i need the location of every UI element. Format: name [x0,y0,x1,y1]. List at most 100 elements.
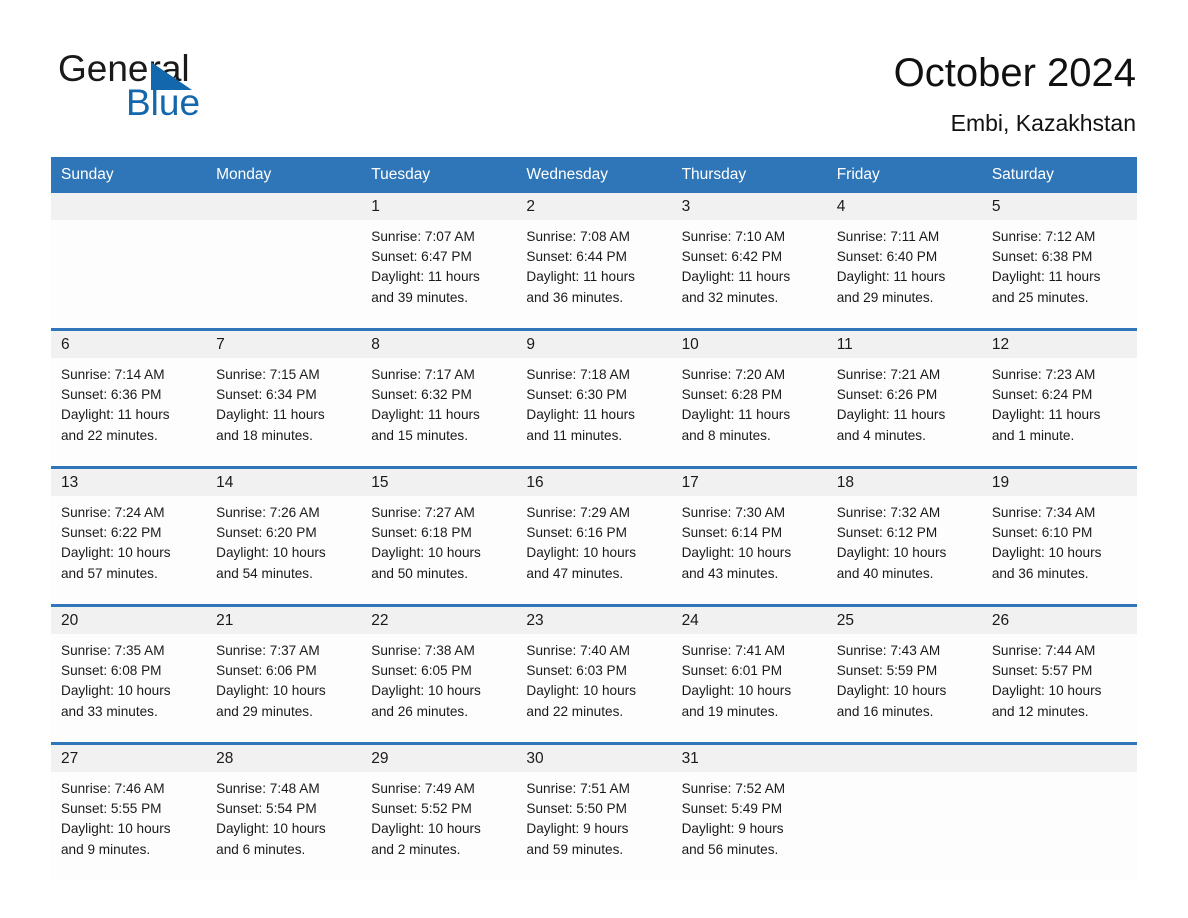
day-number: 8 [361,331,517,358]
day-details: Sunrise: 7:24 AM Sunset: 6:22 PM Daylight:… [51,496,206,584]
day-details: Sunrise: 7:48 AM Sunset: 5:54 PM Daylight:… [206,772,361,860]
day-details: Sunrise: 7:30 AM Sunset: 6:14 PM Daylight:… [672,496,827,584]
daylight-duration-line2: and 50 minutes. [371,565,469,581]
sunrise-time: Sunrise: 7:17 AM [371,367,475,382]
day-details: Sunrise: 7:27 AM Sunset: 6:18 PM Daylight:… [361,496,516,584]
calendar-day-cell[interactable]: 22 Sunrise: 7:38 AM Sunset: 6:05 PM Dayligh… [361,605,517,744]
calendar-day-cell[interactable]: 2 Sunrise: 7:08 AM Sunset: 6:44 PM Daylight… [516,193,672,330]
generalblue-logo[interactable]: General Blue [58,50,358,130]
day-number: 30 [516,745,672,772]
sunrise-time: Sunrise: 7:21 AM [836,367,941,382]
daylight-duration-line2: and 8 minutes. [681,427,771,443]
sunrise-time: Sunrise: 7:46 AM [61,781,165,796]
daylight-duration-line1: Daylight: 10 hours [681,683,792,699]
calendar-day-cell[interactable]: 27 Sunrise: 7:46 AM Sunset: 5:55 PM Dayligh… [51,743,207,880]
daylight-duration-line1: Daylight: 10 hours [526,545,636,561]
day-number: 21 [206,607,362,634]
calendar-day-cell[interactable]: 26 Sunrise: 7:44 AM Sunset: 5:57 PM Dayligh… [981,605,1137,744]
calendar-week-row: 13 Sunrise: 7:24 AM Sunset: 6:22 PM Dayligh… [51,467,1137,606]
daylight-duration-line2: and 19 minutes. [681,703,779,719]
calendar-day-cell[interactable]: 7 Sunrise: 7:15 AM Sunset: 6:34 PM Daylight… [206,329,362,468]
daylight-duration-line2: and 25 minutes. [991,289,1089,305]
daylight-duration-line1: Daylight: 11 hours [836,407,946,423]
calendar-day-cell[interactable]: 19 Sunrise: 7:34 AM Sunset: 6:10 PM Dayligh… [981,467,1137,606]
daylight-duration-line1: Daylight: 9 hours [526,821,629,837]
calendar-day-cell[interactable]: 1 Sunrise: 7:07 AM Sunset: 6:47 PM Daylight… [361,193,517,330]
sunrise-time: Sunrise: 7:23 AM [991,367,1096,382]
daylight-duration-line1: Daylight: 11 hours [526,269,635,285]
calendar-day-cell[interactable]: 31 Sunrise: 7:52 AM Sunset: 5:49 PM Dayligh… [671,743,827,880]
calendar-day-cell[interactable]: 28 Sunrise: 7:48 AM Sunset: 5:54 PM Dayligh… [206,743,362,880]
day-number: 18 [826,469,982,496]
calendar-day-cell[interactable]: 16 Sunrise: 7:29 AM Sunset: 6:16 PM Dayligh… [516,467,672,606]
daylight-duration-line1: Daylight: 11 hours [61,407,170,423]
daylight-duration-line1: Daylight: 10 hours [991,545,1102,561]
daylight-duration-line1: Daylight: 11 hours [371,407,480,423]
calendar-day-cell[interactable]: 4 Sunrise: 7:11 AM Sunset: 6:40 PM Daylight… [826,193,982,330]
calendar-day-cell[interactable]: 5 Sunrise: 7:12 AM Sunset: 6:38 PM Daylight… [981,193,1137,330]
calendar-day-cell[interactable]: 8 Sunrise: 7:17 AM Sunset: 6:32 PM Daylight… [361,329,517,468]
daylight-duration-line1: Daylight: 11 hours [681,407,791,423]
calendar-day-cell[interactable]: 21 Sunrise: 7:37 AM Sunset: 6:06 PM Dayligh… [206,605,362,744]
calendar-day-cell[interactable]: 12 Sunrise: 7:23 AM Sunset: 6:24 PM Dayligh… [981,329,1137,468]
weekday-header-wednesday: Wednesday [516,157,672,193]
calendar-day-cell[interactable]: 30 Sunrise: 7:51 AM Sunset: 5:50 PM Dayligh… [516,743,672,880]
calendar-day-cell[interactable]: 29 Sunrise: 7:49 AM Sunset: 5:52 PM Dayligh… [361,743,517,880]
daylight-duration-line2: and 15 minutes. [371,427,469,443]
sunrise-time: Sunrise: 7:08 AM [526,229,630,244]
calendar-day-cell[interactable]: 13 Sunrise: 7:24 AM Sunset: 6:22 PM Dayligh… [51,467,207,606]
day-details: Sunrise: 7:41 AM Sunset: 6:01 PM Daylight:… [672,634,827,722]
calendar-day-cell[interactable]: 17 Sunrise: 7:30 AM Sunset: 6:14 PM Dayligh… [671,467,827,606]
sunset-time: Sunset: 6:10 PM [991,525,1093,541]
calendar-day-cell[interactable]: 9 Sunrise: 7:18 AM Sunset: 6:30 PM Daylight… [516,329,672,468]
day-number: 31 [671,745,827,772]
sunset-time: Sunset: 5:55 PM [61,801,162,817]
sunrise-time: Sunrise: 7:37 AM [216,643,320,658]
calendar-day-cell[interactable]: 24 Sunrise: 7:41 AM Sunset: 6:01 PM Dayligh… [671,605,827,744]
daylight-duration-line2: and 29 minutes. [836,289,934,305]
daylight-duration-line1: Daylight: 11 hours [991,407,1101,423]
sunset-time: Sunset: 5:54 PM [216,801,317,817]
day-details: Sunrise: 7:44 AM Sunset: 5:57 PM Daylight:… [982,634,1137,722]
daylight-duration-line2: and 57 minutes. [61,565,158,581]
daylight-duration-line2: and 26 minutes. [371,703,469,719]
calendar-day-cell[interactable]: 18 Sunrise: 7:32 AM Sunset: 6:12 PM Dayligh… [826,467,982,606]
day-details: Sunrise: 7:52 AM Sunset: 5:49 PM Daylight:… [672,772,827,860]
day-details: Sunrise: 7:11 AM Sunset: 6:40 PM Daylight:… [827,220,982,308]
calendar-day-cell[interactable]: 14 Sunrise: 7:26 AM Sunset: 6:20 PM Dayligh… [206,467,362,606]
daylight-duration-line2: and 54 minutes. [216,565,313,581]
calendar-day-cell[interactable]: 20 Sunrise: 7:35 AM Sunset: 6:08 PM Dayligh… [51,605,207,744]
sunrise-time: Sunrise: 7:10 AM [681,229,786,244]
sunset-time: Sunset: 6:44 PM [526,249,627,265]
sunset-time: Sunset: 6:08 PM [61,663,162,679]
daylight-duration-line1: Daylight: 10 hours [991,683,1102,699]
day-details: Sunrise: 7:49 AM Sunset: 5:52 PM Daylight:… [361,772,516,860]
calendar-day-cell-empty [206,193,362,330]
day-details: Sunrise: 7:35 AM Sunset: 6:08 PM Daylight:… [51,634,206,722]
day-number: 9 [516,331,672,358]
calendar-day-cell[interactable]: 11 Sunrise: 7:21 AM Sunset: 6:26 PM Dayligh… [826,329,982,468]
calendar-day-cell[interactable]: 25 Sunrise: 7:43 AM Sunset: 5:59 PM Dayligh… [826,605,982,744]
daylight-duration-line1: Daylight: 10 hours [216,545,326,561]
daylight-duration-line2: and 59 minutes. [526,841,624,857]
day-details: Sunrise: 7:37 AM Sunset: 6:06 PM Daylight:… [206,634,361,722]
daylight-duration-line1: Daylight: 10 hours [371,683,481,699]
day-number: 6 [51,331,207,358]
calendar-day-cell[interactable]: 6 Sunrise: 7:14 AM Sunset: 6:36 PM Daylight… [51,329,207,468]
sunset-time: Sunset: 5:50 PM [526,801,627,817]
day-number: 24 [671,607,827,634]
daylight-duration-line1: Daylight: 11 hours [681,269,791,285]
calendar-day-cell[interactable]: 23 Sunrise: 7:40 AM Sunset: 6:03 PM Dayligh… [516,605,672,744]
day-details: Sunrise: 7:15 AM Sunset: 6:34 PM Daylight:… [206,358,361,446]
day-details: Sunrise: 7:43 AM Sunset: 5:59 PM Daylight:… [827,634,982,722]
calendar-day-cell[interactable]: 3 Sunrise: 7:10 AM Sunset: 6:42 PM Daylight… [671,193,827,330]
calendar-day-cell[interactable]: 15 Sunrise: 7:27 AM Sunset: 6:18 PM Dayligh… [361,467,517,606]
day-details: Sunrise: 7:40 AM Sunset: 6:03 PM Daylight:… [516,634,671,722]
day-details: Sunrise: 7:14 AM Sunset: 6:36 PM Daylight:… [51,358,206,446]
calendar-day-cell[interactable]: 10 Sunrise: 7:20 AM Sunset: 6:28 PM Dayligh… [671,329,827,468]
daylight-duration-line1: Daylight: 11 hours [836,269,946,285]
sunset-time: Sunset: 6:16 PM [526,525,627,541]
daylight-duration-line2: and 12 minutes. [991,703,1089,719]
day-details: Sunrise: 7:46 AM Sunset: 5:55 PM Daylight:… [51,772,206,860]
sunrise-time: Sunrise: 7:38 AM [371,643,475,658]
